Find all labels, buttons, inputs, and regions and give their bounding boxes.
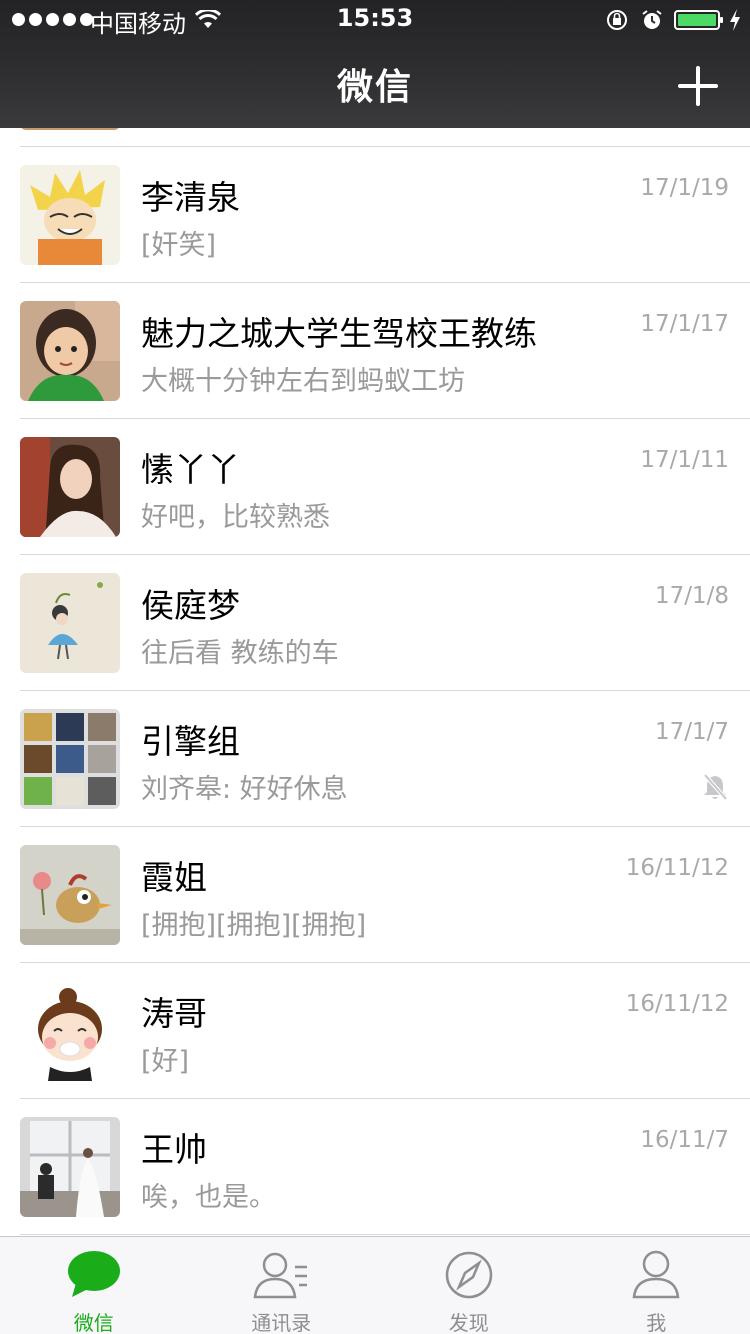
chat-preview: 刘齐皋: 好好休息 bbox=[141, 774, 348, 805]
chat-bubble-icon bbox=[67, 1251, 120, 1297]
chat-row[interactable]: 涛哥 [好] 16/11/12 bbox=[20, 963, 750, 1099]
chat-time: 17/1/17 bbox=[640, 311, 729, 337]
tab-label: 微信 bbox=[73, 1311, 114, 1334]
chat-name: 李清泉 bbox=[141, 178, 240, 217]
chat-row[interactable]: 愫丫丫 好吧，比较熟悉 17/1/11 bbox=[20, 419, 750, 555]
contacts-icon bbox=[253, 1252, 308, 1299]
nav-bar: 微信 bbox=[0, 40, 750, 128]
battery-icon bbox=[674, 10, 723, 30]
status-bar: 中国移动 15:53 bbox=[0, 0, 750, 40]
tab-label: 通讯录 bbox=[251, 1311, 312, 1334]
top-bar: 中国移动 15:53 微信 bbox=[0, 0, 750, 128]
alarm-icon bbox=[642, 10, 662, 29]
add-plus-icon[interactable] bbox=[678, 66, 718, 106]
chat-row[interactable]: 王帅 唉，也是。 16/11/7 bbox=[20, 1099, 750, 1235]
page-title: 微信 bbox=[336, 67, 413, 108]
chat-preview: 大概十分钟左右到蚂蚁工坊 bbox=[141, 366, 465, 397]
compass-icon bbox=[445, 1251, 492, 1299]
avatar bbox=[20, 437, 120, 537]
tab-label: 发现 bbox=[448, 1311, 489, 1334]
avatar bbox=[20, 981, 120, 1081]
chat-time: 16/11/12 bbox=[625, 991, 729, 1017]
chat-time: 17/1/11 bbox=[640, 447, 729, 473]
chat-name: 愫丫丫 bbox=[141, 450, 240, 489]
avatar bbox=[20, 301, 120, 401]
group-avatar bbox=[20, 709, 120, 809]
chat-row-partial[interactable] bbox=[20, 128, 750, 147]
tab-bar: 微信 通讯录 发现 我 bbox=[0, 1236, 750, 1334]
chat-row[interactable]: 引擎组 刘齐皋: 好好休息 17/1/7 bbox=[20, 691, 750, 827]
chat-name: 霞姐 bbox=[141, 858, 207, 897]
status-time: 15:53 bbox=[336, 4, 414, 32]
chat-preview: [拥抱][拥抱][拥抱] bbox=[141, 910, 367, 941]
avatar bbox=[20, 128, 120, 130]
chat-name: 涛哥 bbox=[141, 994, 207, 1033]
chat-time: 16/11/12 bbox=[625, 855, 729, 881]
chat-preview: [好] bbox=[141, 1046, 190, 1077]
avatar bbox=[20, 165, 120, 265]
chat-row[interactable]: 李清泉 [奸笑] 17/1/19 bbox=[20, 147, 750, 283]
chat-preview: 唉，也是。 bbox=[141, 1182, 276, 1213]
chat-preview: [奸笑] bbox=[141, 230, 217, 261]
tab-discover[interactable]: 发现 bbox=[375, 1237, 563, 1334]
chat-row[interactable]: 侯庭梦 往后看 教练的车 17/1/8 bbox=[20, 555, 750, 691]
chat-name: 魅力之城大学生驾校王教练 bbox=[141, 314, 537, 353]
avatar bbox=[20, 1117, 120, 1217]
avatar bbox=[20, 573, 120, 673]
avatar bbox=[20, 845, 120, 945]
chat-time: 16/11/7 bbox=[640, 1127, 729, 1153]
chat-time: 17/1/7 bbox=[654, 719, 729, 745]
muted-bell-icon bbox=[703, 773, 728, 801]
chat-preview: 好吧，比较熟悉 bbox=[141, 502, 330, 533]
chat-name: 侯庭梦 bbox=[141, 586, 240, 625]
tab-label: 我 bbox=[646, 1311, 667, 1334]
chat-name: 王帅 bbox=[141, 1130, 207, 1169]
chat-time: 17/1/19 bbox=[640, 175, 729, 201]
charging-bolt-icon bbox=[730, 9, 740, 31]
rotation-lock-icon bbox=[607, 10, 627, 30]
chat-row[interactable]: 霞姐 [拥抱][拥抱][拥抱] 16/11/12 bbox=[20, 827, 750, 963]
chat-list[interactable]: 李清泉 [奸笑] 17/1/19 魅力之城大学生驾校王教练 大概十分钟左右到蚂蚁… bbox=[0, 128, 750, 1236]
chat-name: 引擎组 bbox=[141, 722, 240, 761]
tab-me[interactable]: 我 bbox=[563, 1237, 750, 1334]
chat-row[interactable]: 魅力之城大学生驾校王教练 大概十分钟左右到蚂蚁工坊 17/1/17 bbox=[20, 283, 750, 419]
chat-time: 17/1/8 bbox=[654, 583, 729, 609]
tab-contacts[interactable]: 通讯录 bbox=[188, 1237, 376, 1334]
tab-chats[interactable]: 微信 bbox=[0, 1237, 188, 1334]
chat-preview: 往后看 教练的车 bbox=[141, 638, 339, 669]
person-icon bbox=[632, 1250, 680, 1299]
